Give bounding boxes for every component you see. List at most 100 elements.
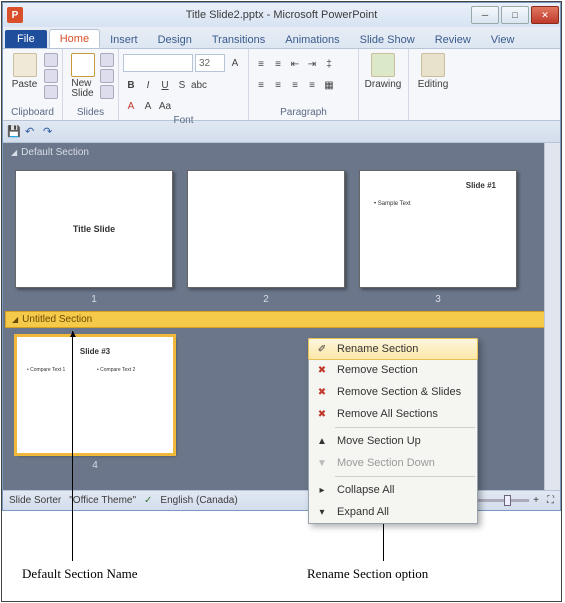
menu-remove-section-slides[interactable]: ✖ Remove Section & Slides <box>309 381 477 403</box>
title-bar: P Title Slide2.pptx - Microsoft PowerPoi… <box>3 3 560 27</box>
status-view: Slide Sorter <box>9 495 61 506</box>
copy-icon[interactable] <box>44 69 58 83</box>
menu-label: Collapse All <box>337 484 394 496</box>
annotation-rename-option: Rename Section option <box>307 566 428 582</box>
justify-button[interactable]: ≡ <box>304 77 320 93</box>
slide-title: Slide #3 <box>80 347 110 356</box>
section-header-untitled[interactable]: ◢ Untitled Section <box>5 311 558 328</box>
menu-rename-section[interactable]: ✐ Rename Section <box>308 338 478 360</box>
shadow-button[interactable]: abc <box>191 77 207 93</box>
slide-title: Slide #1 <box>466 181 496 190</box>
indent-inc-button[interactable]: ⇥ <box>304 56 320 72</box>
menu-collapse-all[interactable]: ▸ Collapse All <box>309 479 477 501</box>
tab-review[interactable]: Review <box>425 31 481 48</box>
section-context-menu: ✐ Rename Section ✖ Remove Section ✖ Remo… <box>308 338 478 524</box>
menu-expand-all[interactable]: ▾ Expand All <box>309 501 477 523</box>
strike-button[interactable]: S <box>174 77 190 93</box>
menu-move-section-up[interactable]: ▲ Move Section Up <box>309 430 477 452</box>
down-arrow-icon: ▼ <box>314 455 330 471</box>
menu-separator <box>335 427 475 428</box>
slide-thumbnail-3[interactable]: Slide #1 • Sample Text <box>359 170 517 288</box>
menu-label: Move Section Up <box>337 435 421 447</box>
maximize-button[interactable]: □ <box>501 6 529 24</box>
undo-icon[interactable]: ↶ <box>25 125 39 139</box>
reset-icon[interactable] <box>100 69 114 83</box>
align-left-button[interactable]: ≡ <box>253 77 269 93</box>
tab-design[interactable]: Design <box>148 31 202 48</box>
clipboard-icon <box>13 53 37 77</box>
tab-transitions[interactable]: Transitions <box>202 31 275 48</box>
minimize-button[interactable]: ─ <box>471 6 499 24</box>
line-spacing-button[interactable]: ‡ <box>321 56 337 72</box>
quick-access-toolbar: 💾 ↶ ↷ <box>3 121 560 143</box>
collapse-icon: ◢ <box>12 315 18 324</box>
font-color-button[interactable]: A <box>123 98 139 114</box>
zoom-in-button[interactable]: + <box>533 495 539 506</box>
cut-icon[interactable] <box>44 53 58 67</box>
change-case-button[interactable]: Aa <box>157 98 173 114</box>
find-icon <box>421 53 445 77</box>
group-clipboard-label: Clipboard <box>7 106 58 120</box>
slide-thumbnail-4[interactable]: Slide #3 • Compare Text 1 • Compare Text… <box>16 336 174 454</box>
align-center-button[interactable]: ≡ <box>270 77 286 93</box>
align-right-button[interactable]: ≡ <box>287 77 303 93</box>
menu-label: Expand All <box>337 506 389 518</box>
tab-slideshow[interactable]: Slide Show <box>350 31 425 48</box>
tab-view[interactable]: View <box>481 31 525 48</box>
slide-sorter-workspace: ◢ Default Section Title Slide 1 2 Slide … <box>3 143 560 490</box>
tab-insert[interactable]: Insert <box>100 31 148 48</box>
editing-button[interactable]: Editing <box>413 51 453 90</box>
font-name-combo[interactable] <box>123 54 193 72</box>
tab-animations[interactable]: Animations <box>275 31 349 48</box>
font-size-combo[interactable]: 32 <box>195 54 225 72</box>
highlight-button[interactable]: A <box>140 98 156 114</box>
menu-label: Remove Section & Slides <box>337 386 461 398</box>
save-icon[interactable]: 💾 <box>7 125 21 139</box>
slide-thumbnail-2[interactable] <box>187 170 345 288</box>
tab-file[interactable]: File <box>5 30 47 48</box>
up-arrow-icon: ▲ <box>314 433 330 449</box>
underline-button[interactable]: U <box>157 77 173 93</box>
indent-dec-button[interactable]: ⇤ <box>287 56 303 72</box>
slide-body-right: • Compare Text 2 <box>97 367 135 373</box>
tab-home[interactable]: Home <box>49 29 100 48</box>
grow-font-icon[interactable]: A <box>227 55 243 71</box>
menu-remove-all-sections[interactable]: ✖ Remove All Sections <box>309 403 477 425</box>
menu-move-section-down: ▼ Move Section Down <box>309 452 477 474</box>
bullets-button[interactable]: ≡ <box>253 56 269 72</box>
close-button[interactable]: ✕ <box>531 6 559 24</box>
paste-label: Paste <box>12 79 38 90</box>
slide-thumbnail-1[interactable]: Title Slide <box>15 170 173 288</box>
slide-body-left: • Compare Text 1 <box>27 367 65 373</box>
new-slide-button[interactable]: New Slide <box>67 51 98 99</box>
annotation-layer: ▲ Default Section Name ▲ Rename Section … <box>2 511 563 601</box>
status-language[interactable]: English (Canada) <box>160 495 237 506</box>
paste-button[interactable]: Paste <box>7 51 42 90</box>
italic-button[interactable]: I <box>140 77 156 93</box>
format-painter-icon[interactable] <box>44 85 58 99</box>
group-font-label: Font <box>123 114 244 128</box>
bold-button[interactable]: B <box>123 77 139 93</box>
layout-icon[interactable] <box>100 53 114 67</box>
new-slide-icon <box>71 53 95 77</box>
remove-all-icon: ✖ <box>314 406 330 422</box>
annotation-default-section: Default Section Name <box>22 566 138 582</box>
fit-to-window-button[interactable]: ⛶ <box>547 495 554 506</box>
menu-remove-section[interactable]: ✖ Remove Section <box>309 359 477 381</box>
section-header-default[interactable]: ◢ Default Section <box>5 145 558 160</box>
spellcheck-icon[interactable]: ✓ <box>144 495 152 506</box>
section-name: Default Section <box>21 147 89 158</box>
columns-button[interactable]: ▦ <box>321 77 337 93</box>
window-title: Title Slide2.pptx - Microsoft PowerPoint <box>186 9 378 21</box>
redo-icon[interactable]: ↷ <box>43 125 57 139</box>
ribbon-tabs: File Home Insert Design Transitions Anim… <box>3 27 560 49</box>
drawing-button[interactable]: Drawing <box>363 51 403 90</box>
new-slide-label: New Slide <box>71 79 93 99</box>
section-icon[interactable] <box>100 85 114 99</box>
zoom-slider[interactable] <box>469 499 529 502</box>
remove-icon: ✖ <box>314 362 330 378</box>
numbering-button[interactable]: ≡ <box>270 56 286 72</box>
section-name: Untitled Section <box>22 314 92 325</box>
slide-title: Title Slide <box>73 224 115 234</box>
slide-number: 1 <box>91 294 97 305</box>
